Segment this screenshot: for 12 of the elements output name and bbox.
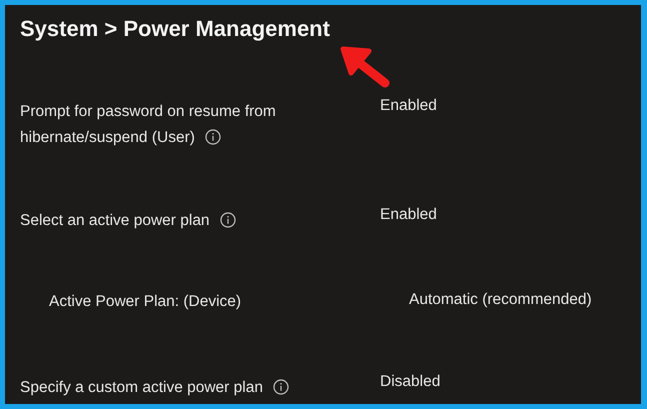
setting-value: Disabled <box>380 372 442 392</box>
setting-label: Active Power Plan: (Device) <box>49 292 242 312</box>
info-icon[interactable] <box>272 379 289 395</box>
setting-label: Specify a custom active power plan <box>20 371 360 401</box>
setting-value: Automatic (recommended) <box>409 290 593 310</box>
info-icon[interactable] <box>204 129 221 145</box>
setting-value: Enabled <box>380 205 438 225</box>
setting-label: Prompt for password on resume from hibernate/suspend (User) <box>20 102 277 148</box>
setting-value: Enabled <box>380 96 438 116</box>
setting-label: Select an active power plan <box>20 204 360 234</box>
info-icon[interactable] <box>220 212 236 228</box>
page-title: System > Power Management <box>20 15 330 43</box>
